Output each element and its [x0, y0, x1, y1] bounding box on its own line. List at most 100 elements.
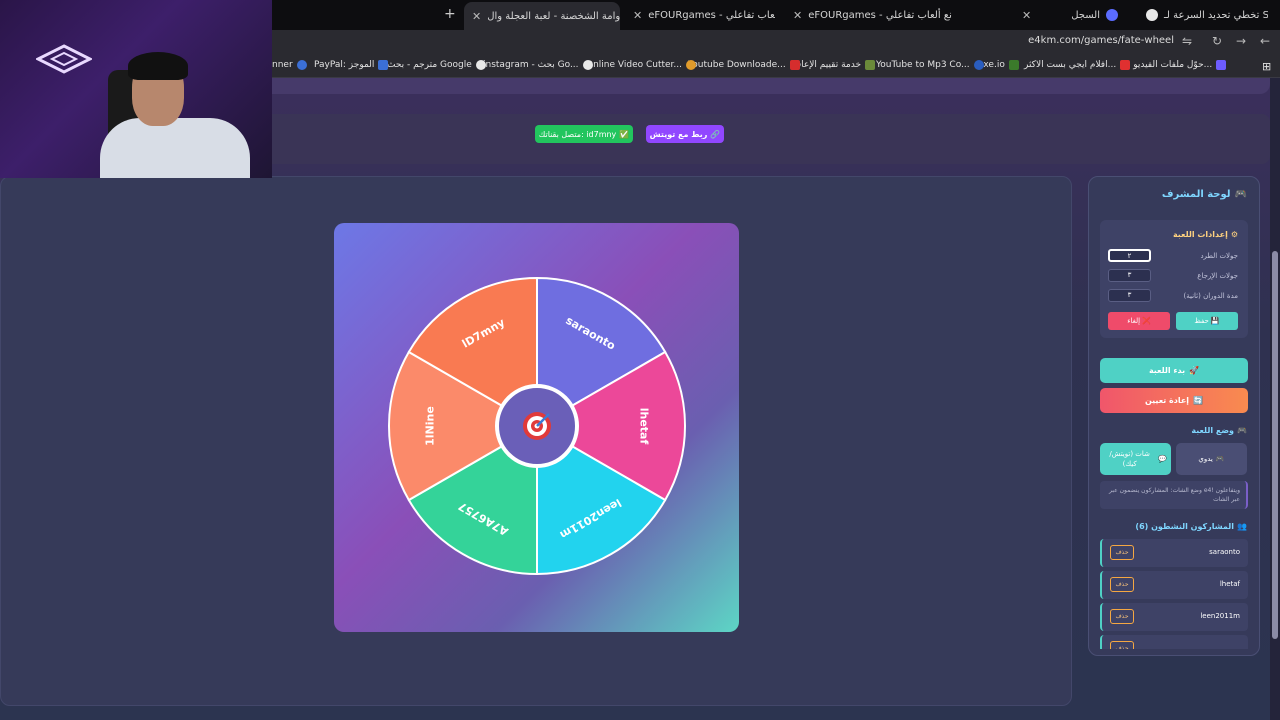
button-label: إلغاء	[1127, 317, 1141, 325]
paypal-icon	[378, 60, 389, 70]
page-scrollbar[interactable]	[1270, 78, 1280, 720]
link-icon: 🔗	[710, 129, 721, 139]
reset-icon: 🔄	[1193, 396, 1204, 405]
url-field[interactable]: e4km.com/games/fate-wheel	[1028, 35, 1174, 46]
bookmark-label: PayPal: الموجز	[314, 60, 375, 70]
reset-button[interactable]: إعادة تعيين 🔄	[1100, 388, 1248, 413]
streamer-body	[100, 118, 250, 178]
twitch-connect-button[interactable]: ربط مع تويتش 🔗	[646, 125, 724, 143]
delete-participant-button[interactable]: حذف	[1110, 545, 1134, 560]
bookmark-label: حوّل ملفات الفيديو و...	[1126, 60, 1213, 70]
return-rounds-label: جولات الإرجاع	[1197, 272, 1238, 280]
save-button[interactable]: حفظ 💾	[1176, 312, 1238, 330]
back-icon[interactable]: ←	[1260, 34, 1270, 48]
close-icon[interactable]: ✕	[633, 9, 642, 22]
bookmark-item[interactable]: YouTube to Mp3 Co...	[876, 60, 984, 70]
gear-icon: ⚙	[1230, 230, 1238, 239]
button-label: متصل بقناتك: id7mny	[538, 129, 617, 139]
google-icon	[582, 60, 593, 70]
tab-title: eFOURgames - نع ألعاب تفاعلي	[808, 9, 952, 21]
tab-history[interactable]: ✕ السجل	[1014, 4, 1126, 26]
spin-duration-input[interactable]: ٣	[1108, 289, 1151, 302]
bookmark-item[interactable]: حوّل ملفات الفيديو و...	[1126, 60, 1227, 70]
settings-title: إعدادات اللعبة ⚙	[1173, 230, 1238, 239]
participants-list: saraonto حذف lhetaf حذف leen2011m حذف حذ…	[1100, 539, 1248, 649]
tab-stc[interactable]: تخطي تحديد السرعة لـ STC	[1138, 4, 1268, 26]
delete-participant-button[interactable]: حذف	[1110, 609, 1134, 624]
mode-manual-button[interactable]: يدوي 🎮	[1176, 443, 1247, 475]
delete-participant-button[interactable]: حذف	[1110, 641, 1134, 649]
chat-icon: 💬	[1158, 455, 1167, 463]
button-label: إعادة تعيين	[1144, 396, 1190, 405]
bookmark-item[interactable]: instagram - بحث Go...	[483, 60, 593, 70]
bookmark-label: nner	[272, 60, 293, 70]
bookmark-icon	[973, 60, 984, 70]
participant-row: leen2011m حذف	[1100, 603, 1248, 631]
participants-title-text: المشاركون النشطون (6)	[1135, 522, 1235, 531]
wheel-segment-label: lhetaf	[638, 408, 651, 445]
bookmark-item[interactable]: مترجم - بحث Google	[387, 60, 486, 70]
tab-fate-wheel[interactable]: ✕ دوامة الشخصنة - لعبة العجلة وال	[464, 2, 620, 30]
bookmark-item[interactable]: nner	[272, 60, 307, 70]
button-label: ربط مع تويتش	[649, 129, 708, 139]
kick-rounds-input[interactable]: ٢	[1108, 249, 1151, 262]
bookmark-icon	[865, 60, 876, 70]
bookmark-icon	[789, 60, 800, 70]
google-icon	[475, 60, 486, 70]
participant-name: lhetaf	[1219, 580, 1240, 588]
mode-title-text: وضع اللعبة	[1191, 426, 1235, 435]
scrollbar-thumb[interactable]	[1272, 251, 1278, 639]
button-label: شات (تويتش/كيك)	[1109, 450, 1150, 468]
gamepad-icon: 🎮	[1237, 426, 1247, 435]
bookmark-icon	[296, 60, 307, 70]
participants-title: المشاركون النشطون (6) 👥	[1135, 522, 1247, 531]
button-label: يدوي	[1198, 455, 1213, 463]
tab-efourgames-1[interactable]: ✕ eFOURgames - نع ألعاب تفاعلي	[785, 4, 957, 26]
mode-description: وضع الشات: المشاركون ينضمون عبر e4! ويتف…	[1100, 481, 1248, 509]
bookmark-item[interactable]: Online Video Cutter...	[586, 60, 697, 70]
participant-name: leen2011m	[1200, 612, 1240, 620]
connected-channel-button[interactable]: متصل بقناتك: id7mny ✅	[535, 125, 633, 143]
spin-duration-label: مدة الدوران (ثانية)	[1183, 292, 1239, 300]
start-game-button[interactable]: بدء اللعبة 🚀	[1100, 358, 1248, 383]
bookmark-icon	[1120, 60, 1131, 70]
gamepad-icon: 🎮	[1234, 189, 1247, 200]
button-label: حفظ	[1194, 317, 1209, 325]
fate-wheel[interactable]: saraontolhetafleen2011mA7A67571lNinelD7m…	[387, 274, 687, 578]
streamer-hair	[128, 52, 188, 80]
bookmark-label: خدمة تقييم الإعاقة	[792, 60, 862, 70]
tab-efourgames-2[interactable]: ✕ eFOURgames - نع ألعاب تفاعلي	[625, 4, 775, 26]
bookmark-item[interactable]: Youtube Downloade...	[688, 60, 800, 70]
close-icon[interactable]: ✕	[472, 10, 481, 23]
reload-icon[interactable]: ↻	[1212, 34, 1222, 48]
mode-chat-button[interactable]: شات (تويتش/كيك) 💬	[1100, 443, 1171, 475]
close-icon[interactable]: ✕	[1022, 9, 1031, 22]
bookmark-icon	[1008, 60, 1019, 70]
globe-icon	[1146, 9, 1158, 21]
close-icon[interactable]: ✕	[793, 9, 802, 22]
bookmark-label: Online Video Cutter...	[586, 60, 683, 70]
target-icon	[523, 412, 551, 440]
bookmark-label: Youtube Downloade...	[688, 60, 786, 70]
bookmark-item[interactable]: افلام ايجي بست الاكثر...	[1024, 60, 1131, 70]
tab-title: eFOURgames - نع ألعاب تفاعلي	[648, 9, 775, 21]
participant-name: saraonto	[1209, 548, 1240, 556]
admin-panel: لوحة المشرف 🎮 إعدادات اللعبة ⚙ جولات الط…	[1088, 176, 1260, 656]
bookmark-item[interactable]: PayPal: الموجز	[314, 60, 389, 70]
forward-icon[interactable]: →	[1236, 34, 1246, 48]
new-tab-button[interactable]: +	[444, 6, 456, 22]
rocket-icon: 🚀	[1189, 366, 1200, 375]
bookmark-item[interactable]: exe.io	[978, 60, 1019, 70]
tab-title: دوامة الشخصنة - لعبة العجلة وال	[487, 10, 620, 22]
site-settings-icon[interactable]: ⇋	[1182, 34, 1192, 48]
webcam-overlay	[0, 0, 272, 178]
cancel-button[interactable]: إلغاء ❌	[1108, 312, 1170, 330]
delete-participant-button[interactable]: حذف	[1110, 577, 1134, 592]
settings-title-text: إعدادات اللعبة	[1172, 230, 1228, 239]
apps-grid-icon[interactable]: ⊞	[1262, 60, 1271, 73]
close-icon: ❌	[1142, 317, 1151, 325]
streamer-logo-icon	[36, 44, 92, 74]
bookmark-label: YouTube to Mp3 Co...	[876, 60, 970, 70]
return-rounds-input[interactable]: ٣	[1108, 269, 1151, 282]
bookmark-item[interactable]: خدمة تقييم الإعاقة	[792, 60, 876, 70]
